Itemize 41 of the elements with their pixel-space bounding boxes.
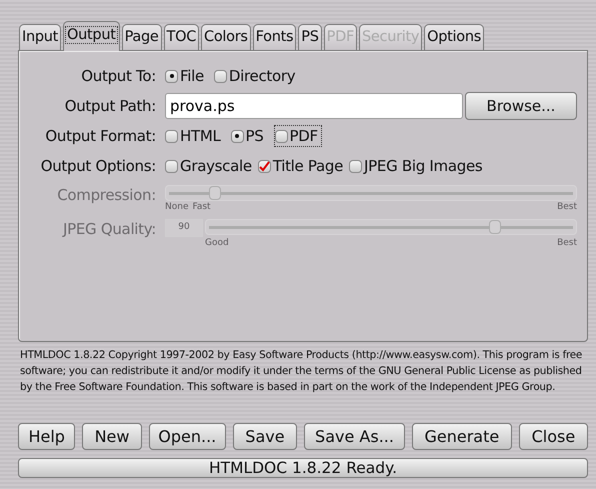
radio-button[interactable]: File <box>165 64 204 88</box>
tab[interactable]: Output <box>63 21 120 51</box>
radio-button[interactable]: HTML <box>165 124 221 148</box>
checkbox[interactable]: Grayscale <box>165 154 252 178</box>
tick-label: Good <box>205 237 229 250</box>
radio-button[interactable]: PS <box>230 124 264 148</box>
tick-label: Fast <box>192 201 211 214</box>
field-label: Output Options: <box>40 156 157 177</box>
action-button[interactable]: Generate <box>412 423 512 450</box>
status-bar: HTMLDOC 1.8.22 Ready. <box>18 458 588 478</box>
tab[interactable]: Options <box>424 24 484 50</box>
radio-button[interactable]: Directory <box>214 64 296 88</box>
field-label: Compression: <box>56 185 157 206</box>
tab[interactable]: Page <box>122 24 162 50</box>
tab[interactable]: TOC <box>164 24 200 50</box>
slider[interactable] <box>165 185 577 201</box>
tick-label: Best <box>557 201 577 214</box>
value-box: 90 <box>165 219 203 237</box>
tab[interactable]: Colors <box>201 24 251 50</box>
tab[interactable]: Fonts <box>252 24 296 50</box>
action-button[interactable]: Save <box>232 423 298 450</box>
tab[interactable]: PS <box>298 24 322 50</box>
field-label: Output Path: <box>64 96 157 117</box>
browse-button[interactable]: Browse... <box>465 92 577 120</box>
field-label: Output To: <box>80 66 157 87</box>
path-field[interactable]: prova.ps <box>165 93 463 119</box>
checkbox[interactable]: JPEG Big Images <box>349 154 482 178</box>
checkbox[interactable]: Title Page <box>258 154 344 178</box>
action-button[interactable]: Open... <box>148 423 226 450</box>
action-button[interactable]: Help <box>18 423 76 450</box>
slider[interactable] <box>205 219 577 235</box>
field-label: Output Format: <box>44 126 157 147</box>
action-button[interactable]: New <box>82 423 142 450</box>
field-label: JPEG Quality: <box>61 219 157 240</box>
copyright-notice: HTMLDOC 1.8.22 Copyright 1997-2002 by Easy Software Products (http://www.easysw.com). This program is free software; you can redistribute it and/or modify it under the terms of the GNU General Public License as published by the Free Software Foundation. This software is based in part on the work of the Independent JPEG Group. <box>20 348 584 395</box>
tick-label: None <box>165 201 188 214</box>
tab[interactable]: Input <box>19 24 62 50</box>
radio-button[interactable]: PDF <box>274 124 322 148</box>
action-button[interactable]: Save As... <box>304 423 405 450</box>
action-button[interactable]: Close <box>518 423 588 450</box>
tick-label: Best <box>557 237 577 250</box>
